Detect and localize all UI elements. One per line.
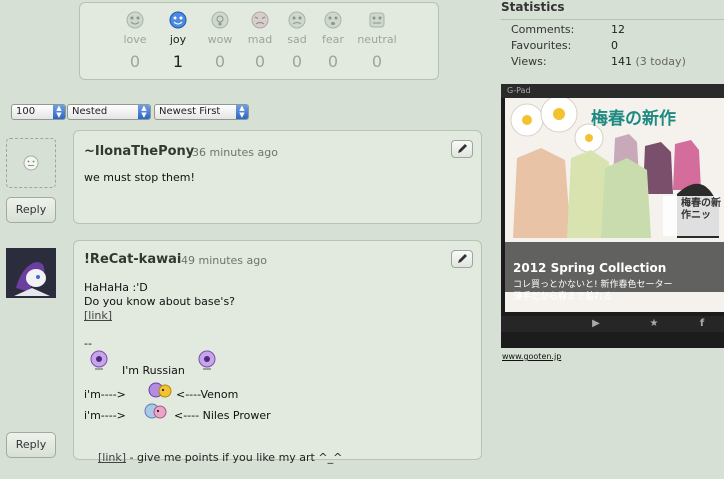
select-arrows-icon: ▲ ▼ [236, 105, 248, 119]
wow-face-icon [211, 11, 229, 29]
emoticon-icon [90, 350, 108, 370]
signature-niles-left: i'm----> [84, 409, 126, 422]
mood-count: 0 [291, 52, 303, 71]
ad-device-bar: G-Pad [501, 84, 724, 98]
stat-comments-value: 12 [611, 23, 625, 36]
stats-title: Statistics [501, 0, 565, 14]
stat-views-value: 141 (3 today) [611, 55, 686, 68]
default-avatar-icon [23, 155, 39, 171]
comment-time[interactable]: 36 minutes ago [192, 146, 278, 159]
mood-sad[interactable]: sad 0 [277, 11, 317, 71]
edit-button[interactable] [451, 140, 473, 158]
sort-order-value: Newest First [159, 106, 221, 117]
stat-favourites-label: Favourites: [511, 39, 572, 52]
comment-link[interactable]: [link] [84, 309, 112, 323]
reply-button[interactable]: Reply [6, 432, 56, 458]
ad-side-text: 梅春の新作ニッ [681, 198, 721, 221]
stats-divider [501, 19, 724, 20]
select-arrows-icon: ▲ ▼ [53, 105, 65, 119]
ad-banner[interactable]: G-Pad 梅春の新作 梅春の新作ニッ 2012 Spring Collecti… [501, 84, 724, 348]
reply-button[interactable]: Reply [6, 197, 56, 223]
ad-jp-line2: 薄手だから春まで着れる [513, 292, 613, 302]
select-arrows-icon: ▲ ▼ [138, 105, 150, 119]
signature-link[interactable]: [link] [98, 451, 126, 464]
stat-views-label: Views: [511, 55, 547, 68]
avatar-placeholder[interactable] [6, 138, 56, 188]
avatar-image [6, 248, 56, 298]
comment-card: !ReCat-kawai 49 minutes ago HaHaHa :'D D… [73, 240, 482, 464]
facebook-icon[interactable]: f [695, 318, 709, 330]
signature-russian: I'm Russian [122, 364, 185, 377]
mood-count: 0 [129, 52, 141, 71]
emoticon-icon [198, 350, 216, 370]
ad-headline: 梅春の新作 [591, 109, 676, 129]
stat-favourites-value: 0 [611, 39, 618, 52]
mood-label: mad [247, 33, 273, 46]
mood-joy[interactable]: joy 1 [158, 11, 198, 71]
view-mode-select[interactable]: Nested ▲ ▼ [67, 104, 151, 120]
mood-label: neutral [357, 33, 397, 46]
comment-line: Do you know about base's? [84, 295, 236, 308]
per-page-value: 100 [16, 106, 36, 117]
mood-label: love [123, 33, 147, 46]
per-page-select[interactable]: 100 ▲ ▼ [11, 104, 66, 120]
mood-mad[interactable]: mad 0 [240, 11, 280, 71]
mood-count: 0 [254, 52, 266, 71]
mood-panel: love 0 joy 1 wow 0 mad 0 sad 0 fear 0 ne… [79, 2, 439, 80]
signature-final-line: [link] - give me points if you like my a… [84, 437, 342, 479]
ad-control-bar: ▶ ★ f [501, 316, 724, 332]
star-icon[interactable]: ★ [647, 318, 661, 330]
comment-card: ~IlonaThePony 36 minutes ago we must sto… [73, 130, 482, 224]
views-count: 141 [611, 55, 632, 68]
signature-niles-right: <---- Niles Prower [174, 409, 271, 422]
signature-venom-right: <----Venom [176, 388, 239, 401]
mood-count: 0 [327, 52, 339, 71]
sort-order-select[interactable]: Newest First ▲ ▼ [154, 104, 249, 120]
signature-venom-left: i'm----> [84, 388, 126, 401]
fear-face-icon [324, 11, 342, 29]
joy-face-icon [169, 11, 187, 29]
mood-fear[interactable]: fear 0 [313, 11, 353, 71]
emoticon-icon [144, 403, 167, 419]
ad-image: 梅春の新作 梅春の新作ニッ 2012 Spring Collection コレ買… [505, 98, 724, 312]
mood-count: 0 [371, 52, 383, 71]
avatar[interactable] [6, 248, 56, 298]
love-face-icon [126, 11, 144, 29]
emoticon-icon [148, 382, 172, 398]
ad-device-label: G-Pad [507, 86, 531, 95]
pencil-icon [458, 144, 467, 153]
signature-tail: - give me points if you like my art ^_^ [126, 451, 343, 464]
mood-count: 0 [214, 52, 226, 71]
view-mode-value: Nested [72, 106, 108, 117]
neutral-face-icon [369, 12, 385, 28]
pencil-icon [458, 254, 467, 263]
comment-author[interactable]: ~IlonaThePony [84, 144, 194, 159]
mood-love[interactable]: love 0 [115, 11, 155, 71]
mood-label: sad [287, 33, 307, 46]
mad-face-icon [251, 11, 269, 29]
views-today: (3 today) [635, 55, 686, 68]
comment-line: HaHaHa :'D [84, 281, 148, 294]
mood-count: 1 [172, 52, 184, 71]
mood-label: wow [207, 33, 233, 46]
mood-wow[interactable]: wow 0 [200, 11, 240, 71]
ad-caption: 2012 Spring Collection [513, 261, 667, 275]
play-icon[interactable]: ▶ [589, 318, 603, 330]
comment-text: we must stop them! [84, 171, 195, 184]
sad-face-icon [288, 11, 306, 29]
comment-time[interactable]: 49 minutes ago [181, 254, 267, 267]
edit-button[interactable] [451, 250, 473, 268]
ad-url-link[interactable]: www.gooten.jp [502, 352, 561, 361]
comment-author[interactable]: !ReCat-kawai [84, 252, 181, 267]
mood-neutral[interactable]: neutral 0 [357, 11, 397, 71]
stat-comments-label: Comments: [511, 23, 575, 36]
mood-label: joy [169, 33, 187, 46]
ad-jp-line1: コレ買っとかないと! 新作春色セーター [513, 280, 673, 290]
mood-label: fear [322, 33, 344, 46]
